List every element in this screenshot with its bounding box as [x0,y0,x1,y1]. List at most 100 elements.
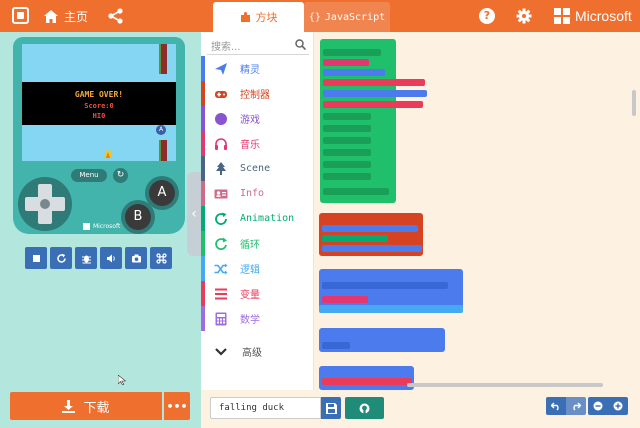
project-name-input[interactable]: falling duck [210,397,321,419]
chevron-down-icon [215,348,227,356]
redo-button[interactable] [566,397,586,415]
blocks-workspace[interactable] [314,32,640,390]
microsoft-square-icon [83,223,90,230]
restart-icon[interactable]: ↻ [113,168,128,183]
microsoft-label: Microsoft [575,8,632,24]
toolbox-category[interactable]: 变量 [201,281,314,306]
home-button[interactable]: 主页 [44,6,88,26]
tab-blocks[interactable]: 方块 [213,2,304,32]
top-pipe [159,44,167,74]
block-row [322,225,418,232]
more-options-button[interactable]: ••• [164,392,190,420]
help-icon[interactable]: ? [479,8,495,24]
block-row [323,113,371,120]
toolbox-category[interactable]: Scene [201,156,314,181]
simulator-toolbar [25,247,175,269]
workspace-horizontal-scrollbar[interactable] [407,383,603,387]
editor-tabs: 方块 {} JavaScript [213,0,390,32]
paper-plane-icon [214,62,228,76]
save-button[interactable] [321,397,341,419]
tab-blocks-label: 方块 [255,11,278,24]
makecode-logo-icon[interactable] [12,7,29,24]
bottom-pipe [159,140,167,161]
screenshot-button[interactable] [125,247,147,269]
debug-button[interactable] [75,247,97,269]
tab-javascript[interactable]: {} JavaScript [304,2,390,32]
toolbox-category[interactable]: 循环 [201,231,314,256]
stop-icon [32,254,40,262]
toolbox-category[interactable]: 数学 [201,306,314,331]
toolbox-category-label: Animation [240,213,295,224]
toolbox-category[interactable]: Animation [201,206,314,231]
block-row [323,79,425,86]
block-row [323,90,427,97]
download-button[interactable]: 下载 [10,392,162,420]
a-button-badge: A [156,125,166,135]
calculator-icon [214,312,228,326]
restart-simulator-button[interactable] [50,247,72,269]
toolbox-search[interactable]: 搜索... [207,35,309,55]
toolbox-category[interactable]: 逻辑 [201,256,314,281]
toolbox-category[interactable]: 游戏 [201,106,314,131]
menu-button[interactable]: Menu [71,169,107,182]
home-label: 主页 [64,9,89,24]
block-row [322,235,388,242]
block-row [322,342,350,349]
mute-button[interactable] [100,247,122,269]
high-score-text: HI0 [92,112,106,120]
block-row [323,59,369,66]
puzzle-icon [240,11,250,22]
chevron-left-icon: ‹ [191,206,197,222]
toolbox-category[interactable]: 控制器 [201,81,314,106]
button-b[interactable]: B [125,204,151,230]
block-row [323,173,371,180]
tree-icon [214,161,228,176]
circle-icon [214,112,228,126]
toolbox-category[interactable]: Info [201,181,314,206]
toolbox-category-label: Scene [240,163,271,174]
save-icon [325,402,337,414]
search-input[interactable]: 搜索... [211,38,241,53]
github-icon [359,403,370,414]
toolbox-advanced[interactable]: 高级 [201,337,314,365]
advanced-label: 高级 [242,347,262,359]
game-screen[interactable]: GAME OVER! Score:0 HI0 A [22,44,176,161]
keyboard-controls-button[interactable] [150,247,172,269]
simulator-panel: GAME OVER! Score:0 HI0 A Menu ↻ A B Micr… [0,32,201,390]
duck-sprite-icon [104,148,112,158]
game-over-text: GAME OVER! [74,90,124,99]
microsoft-logo[interactable]: Microsoft [554,8,632,24]
zoom-out-button[interactable] [588,397,608,415]
stop-button[interactable] [25,247,47,269]
block-row [322,296,368,303]
github-button[interactable] [345,397,384,419]
zoom-in-button[interactable] [608,397,628,415]
search-icon[interactable] [295,39,306,50]
block-row [323,161,371,168]
collapse-simulator-button[interactable]: ‹ [187,172,201,256]
block-row [323,101,423,108]
toolbox-category[interactable]: 音乐 [201,131,314,156]
bug-icon [81,255,91,263]
console-brand-label: Microsoft [93,223,121,230]
toolbox-category-label: 变量 [240,290,260,301]
workspace-vertical-scrollbar[interactable] [632,90,636,116]
redo-icon [573,402,581,411]
gamepad-icon [214,87,228,101]
camera-icon [131,254,141,262]
code-braces-icon: {} [308,11,321,23]
toolbox-category[interactable]: 精灵 [201,56,314,81]
plus-icon [613,401,623,411]
gear-icon[interactable] [516,8,532,24]
download-label: 下载 [83,400,110,416]
block-row [322,378,412,385]
button-a[interactable]: A [149,180,175,206]
console-brand: Microsoft [83,223,120,230]
block-row [323,137,371,144]
home-icon [44,9,58,23]
minus-icon [593,401,603,411]
undo-button[interactable] [546,397,566,415]
share-icon[interactable] [108,8,123,24]
undo-icon [551,402,559,411]
block-row [323,69,385,76]
